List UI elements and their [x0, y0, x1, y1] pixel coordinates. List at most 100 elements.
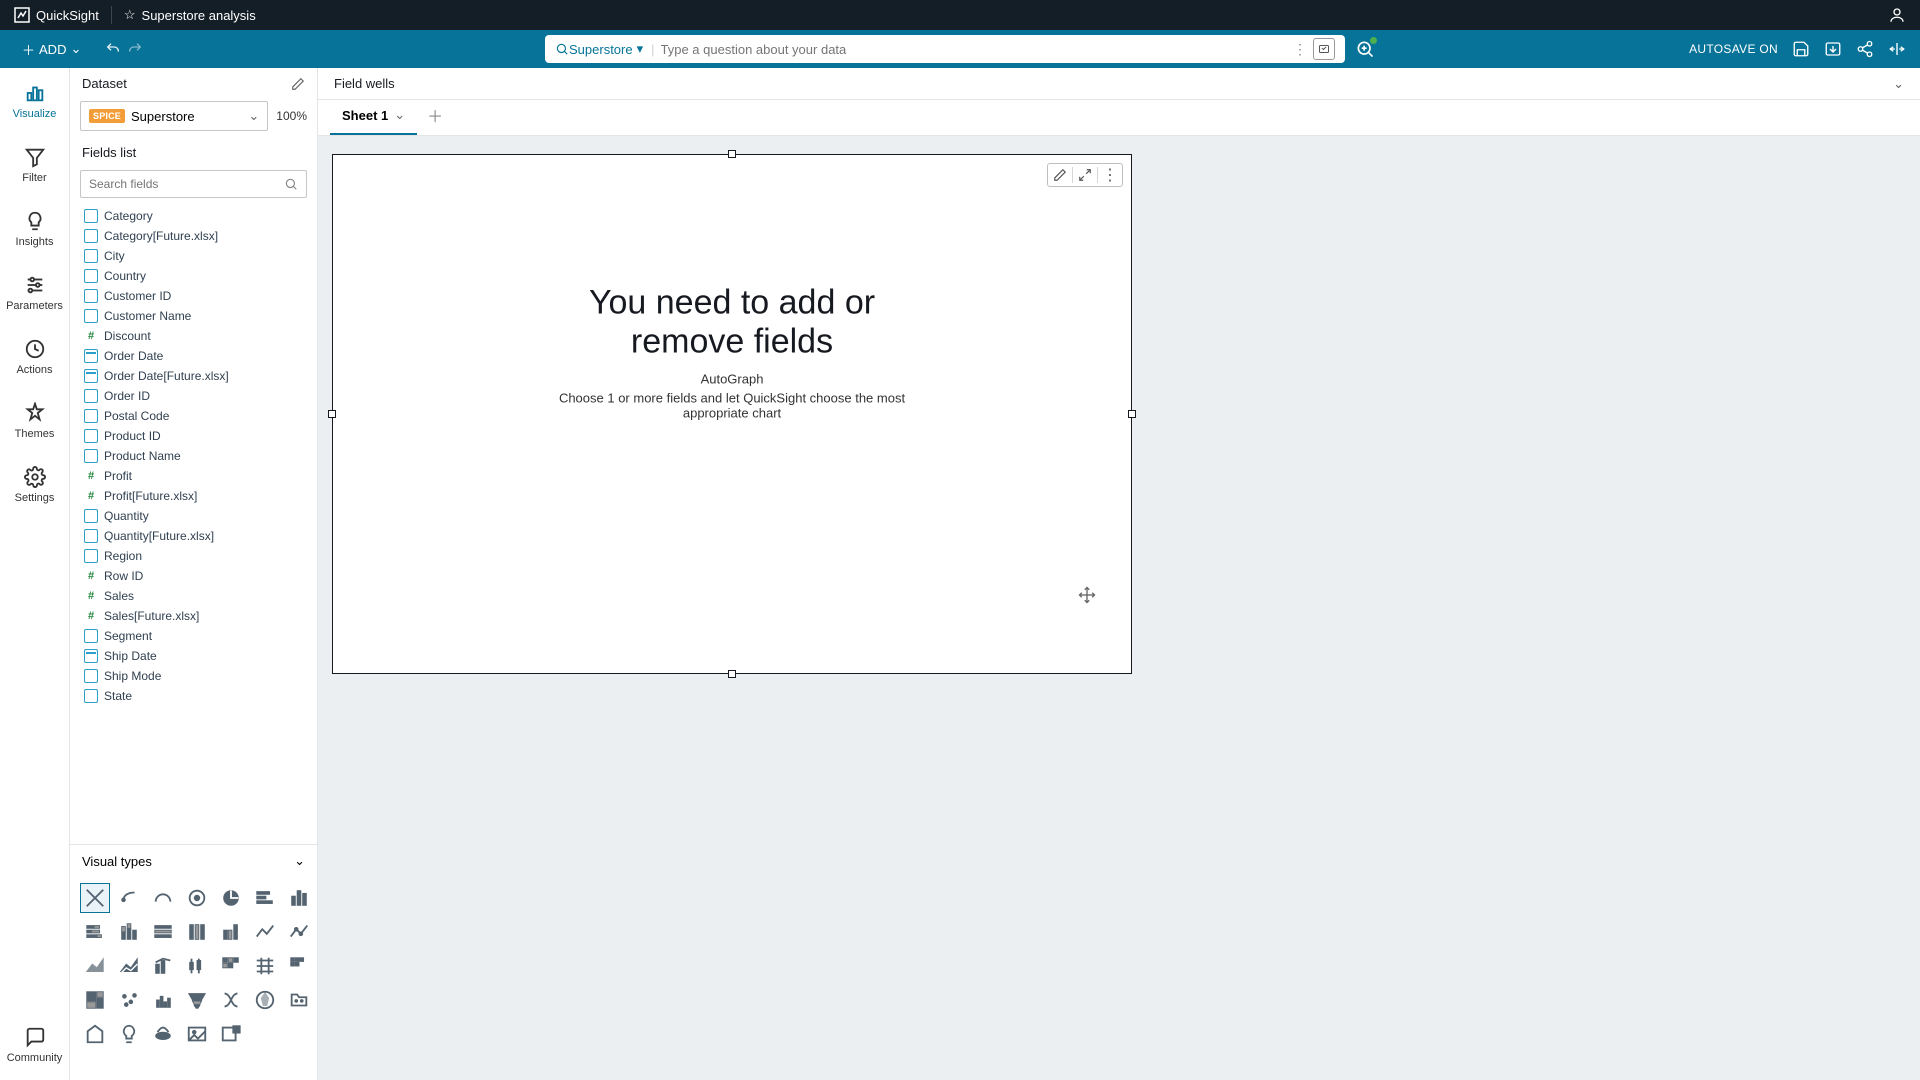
- viz-type-option[interactable]: [284, 917, 314, 947]
- viz-type-option[interactable]: [250, 985, 280, 1015]
- visual-types-header[interactable]: Visual types ⌄: [70, 844, 317, 877]
- viz-type-option[interactable]: [182, 917, 212, 947]
- share-icon[interactable]: [1856, 40, 1874, 58]
- rail-filter[interactable]: Filter: [0, 142, 69, 188]
- user-icon[interactable]: [1888, 6, 1906, 24]
- viz-type-option[interactable]: [216, 1019, 246, 1049]
- viz-type-option[interactable]: [250, 951, 280, 981]
- field-wells-bar[interactable]: Field wells ⌄: [318, 68, 1920, 100]
- rail-community[interactable]: Community: [0, 1022, 69, 1068]
- viz-type-option[interactable]: [114, 951, 144, 981]
- autosave-toggle[interactable]: AUTOSAVE ON: [1689, 42, 1778, 56]
- resize-handle-n[interactable]: [728, 150, 736, 158]
- viz-type-option[interactable]: [250, 917, 280, 947]
- viz-type-option[interactable]: [182, 985, 212, 1015]
- field-row[interactable]: Ship Mode: [70, 666, 317, 686]
- resize-handle-s[interactable]: [728, 670, 736, 678]
- field-row[interactable]: #Profit[Future.xlsx]: [70, 486, 317, 506]
- insights-indicator-button[interactable]: [1355, 39, 1375, 59]
- rail-settings[interactable]: Settings: [0, 462, 69, 508]
- rail-themes[interactable]: Themes: [0, 398, 69, 444]
- viz-type-option[interactable]: [148, 985, 178, 1015]
- export-icon[interactable]: [1824, 40, 1842, 58]
- viz-type-option[interactable]: [80, 1019, 110, 1049]
- viz-type-option[interactable]: [114, 883, 144, 913]
- viz-type-option[interactable]: [216, 985, 246, 1015]
- visual-menu-button[interactable]: ⋮: [1098, 164, 1122, 186]
- search-dataset-pill[interactable]: Superstore ▾: [569, 41, 643, 57]
- viz-type-option[interactable]: [182, 951, 212, 981]
- viz-type-option[interactable]: [80, 985, 110, 1015]
- field-row[interactable]: Order Date[Future.xlsx]: [70, 366, 317, 386]
- viz-type-option[interactable]: [148, 917, 178, 947]
- fit-width-icon[interactable]: [1888, 40, 1906, 58]
- viz-type-option[interactable]: [114, 917, 144, 947]
- field-row[interactable]: Segment: [70, 626, 317, 646]
- viz-type-option[interactable]: [148, 951, 178, 981]
- viz-type-option[interactable]: [114, 1019, 144, 1049]
- viz-type-option[interactable]: [284, 883, 314, 913]
- edit-visual-button[interactable]: [1048, 164, 1072, 186]
- submit-query-button[interactable]: [1313, 38, 1335, 60]
- viz-type-option[interactable]: [216, 917, 246, 947]
- fields-search-input[interactable]: [89, 177, 284, 191]
- viz-type-option[interactable]: [80, 951, 110, 981]
- rail-parameters[interactable]: Parameters: [0, 270, 69, 316]
- field-row[interactable]: Order Date: [70, 346, 317, 366]
- redo-button[interactable]: [127, 41, 143, 57]
- save-icon[interactable]: [1792, 40, 1810, 58]
- field-row[interactable]: Product ID: [70, 426, 317, 446]
- field-row[interactable]: Region: [70, 546, 317, 566]
- viz-type-option[interactable]: [284, 985, 314, 1015]
- edit-icon[interactable]: [291, 77, 305, 91]
- add-sheet-button[interactable]: ＋: [417, 95, 453, 135]
- sheet-body[interactable]: ⋮ You need to add or remove fields AutoG…: [318, 136, 1920, 1080]
- star-icon[interactable]: ☆: [124, 7, 136, 23]
- more-icon[interactable]: ⋮: [1287, 41, 1313, 58]
- viz-type-option[interactable]: [182, 883, 212, 913]
- viz-type-option[interactable]: [216, 883, 246, 913]
- analysis-title[interactable]: Superstore analysis: [142, 8, 256, 23]
- nlq-input[interactable]: [661, 42, 1287, 57]
- field-row[interactable]: State: [70, 686, 317, 706]
- viz-type-option[interactable]: [148, 883, 178, 913]
- dataset-select[interactable]: SPICE Superstore ⌄: [80, 101, 268, 131]
- rail-actions[interactable]: Actions: [0, 334, 69, 380]
- viz-type-option[interactable]: [80, 883, 110, 913]
- viz-type-option[interactable]: [80, 917, 110, 947]
- field-row[interactable]: Order ID: [70, 386, 317, 406]
- field-row[interactable]: Quantity: [70, 506, 317, 526]
- sheet-tab[interactable]: Sheet 1 ⌄: [330, 99, 417, 135]
- fields-search[interactable]: [80, 170, 307, 198]
- field-row[interactable]: City: [70, 246, 317, 266]
- field-row[interactable]: Customer ID: [70, 286, 317, 306]
- field-row[interactable]: Category[Future.xlsx]: [70, 226, 317, 246]
- visual-frame[interactable]: ⋮ You need to add or remove fields AutoG…: [332, 154, 1132, 674]
- undo-button[interactable]: [105, 41, 121, 57]
- field-row[interactable]: #Discount: [70, 326, 317, 346]
- add-button[interactable]: ＋ ADD ⌄: [14, 36, 89, 63]
- rail-insights[interactable]: Insights: [0, 206, 69, 252]
- resize-handle-e[interactable]: [1128, 410, 1136, 418]
- rail-visualize[interactable]: Visualize: [0, 78, 69, 124]
- maximize-visual-button[interactable]: [1073, 164, 1097, 186]
- field-row[interactable]: Country: [70, 266, 317, 286]
- field-row[interactable]: Customer Name: [70, 306, 317, 326]
- field-row[interactable]: #Row ID: [70, 566, 317, 586]
- fields-list[interactable]: CategoryCategory[Future.xlsx]CityCountry…: [70, 204, 317, 844]
- field-row[interactable]: #Profit: [70, 466, 317, 486]
- nlq-search-bar[interactable]: Superstore ▾ | ⋮: [545, 35, 1345, 63]
- field-row[interactable]: Postal Code: [70, 406, 317, 426]
- brand-logo[interactable]: QuickSight: [14, 7, 99, 23]
- viz-type-option[interactable]: [114, 985, 144, 1015]
- resize-handle-w[interactable]: [328, 410, 336, 418]
- field-row[interactable]: Ship Date: [70, 646, 317, 666]
- viz-type-option[interactable]: [250, 883, 280, 913]
- viz-type-option[interactable]: [216, 951, 246, 981]
- field-row[interactable]: Category: [70, 206, 317, 226]
- viz-type-option[interactable]: [284, 951, 314, 981]
- field-row[interactable]: #Sales[Future.xlsx]: [70, 606, 317, 626]
- viz-type-option[interactable]: [148, 1019, 178, 1049]
- field-row[interactable]: Product Name: [70, 446, 317, 466]
- field-row[interactable]: #Sales: [70, 586, 317, 606]
